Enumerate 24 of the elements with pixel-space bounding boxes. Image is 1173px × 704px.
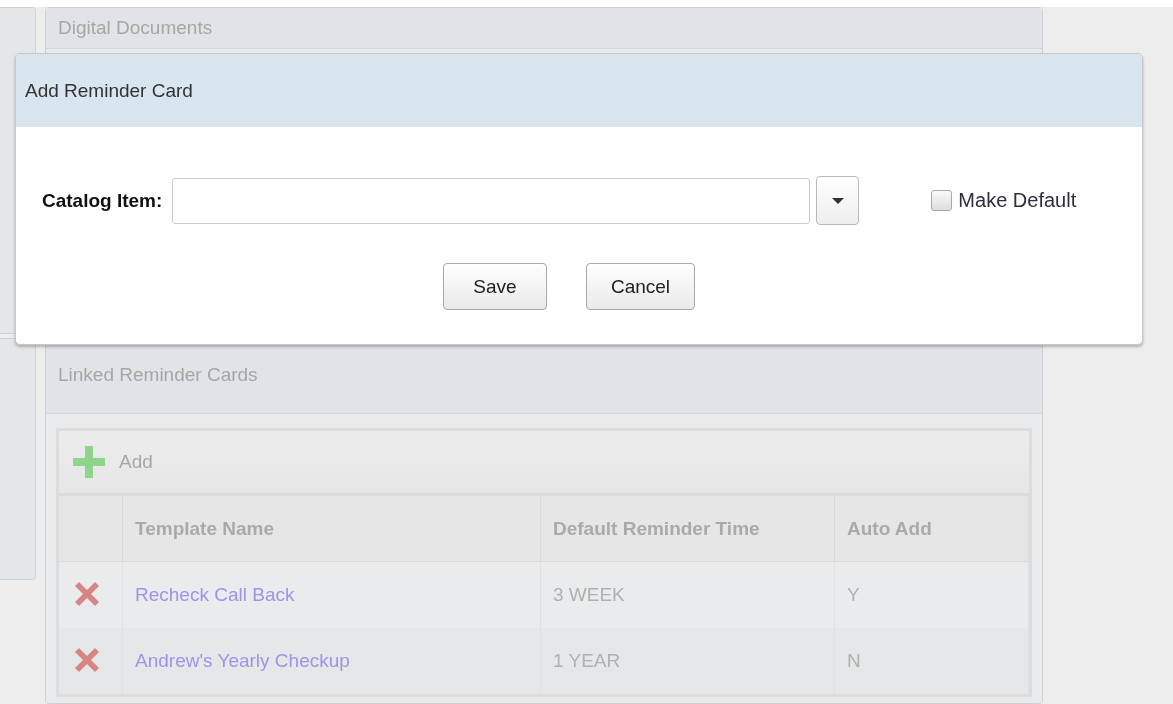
column-header: Default Reminder Time xyxy=(540,496,835,562)
table-cell: Y xyxy=(834,561,1029,629)
template-link[interactable]: Andrew's Yearly Checkup xyxy=(135,650,350,672)
template-link[interactable]: Recheck Call Back xyxy=(135,584,295,606)
panel-title: Digital Documents xyxy=(58,17,213,39)
dropdown-button[interactable] xyxy=(816,176,860,225)
cancel-button[interactable]: Cancel xyxy=(585,263,696,310)
column-header: Auto Add xyxy=(834,496,1029,562)
field-label: Catalog Item: xyxy=(42,189,163,212)
checkbox[interactable] xyxy=(931,190,953,211)
caret-icon xyxy=(831,197,844,204)
delete-icon xyxy=(73,645,101,674)
delete-icon xyxy=(73,579,101,608)
checkbox-label: Make Default xyxy=(958,189,1077,212)
table-cell: N xyxy=(834,628,1029,695)
panel-title: Linked Reminder Cards xyxy=(58,364,258,387)
column-header: Template Name xyxy=(122,496,541,562)
dialog-title: Add Reminder Card xyxy=(25,79,193,102)
add-button[interactable]: Add xyxy=(73,446,153,479)
table-cell: 1 YEAR xyxy=(540,628,835,695)
catalog-item-field[interactable] xyxy=(172,177,811,224)
table-cell: 3 WEEK xyxy=(540,561,835,629)
plus-icon xyxy=(73,446,105,479)
save-button[interactable]: Save xyxy=(442,263,547,310)
